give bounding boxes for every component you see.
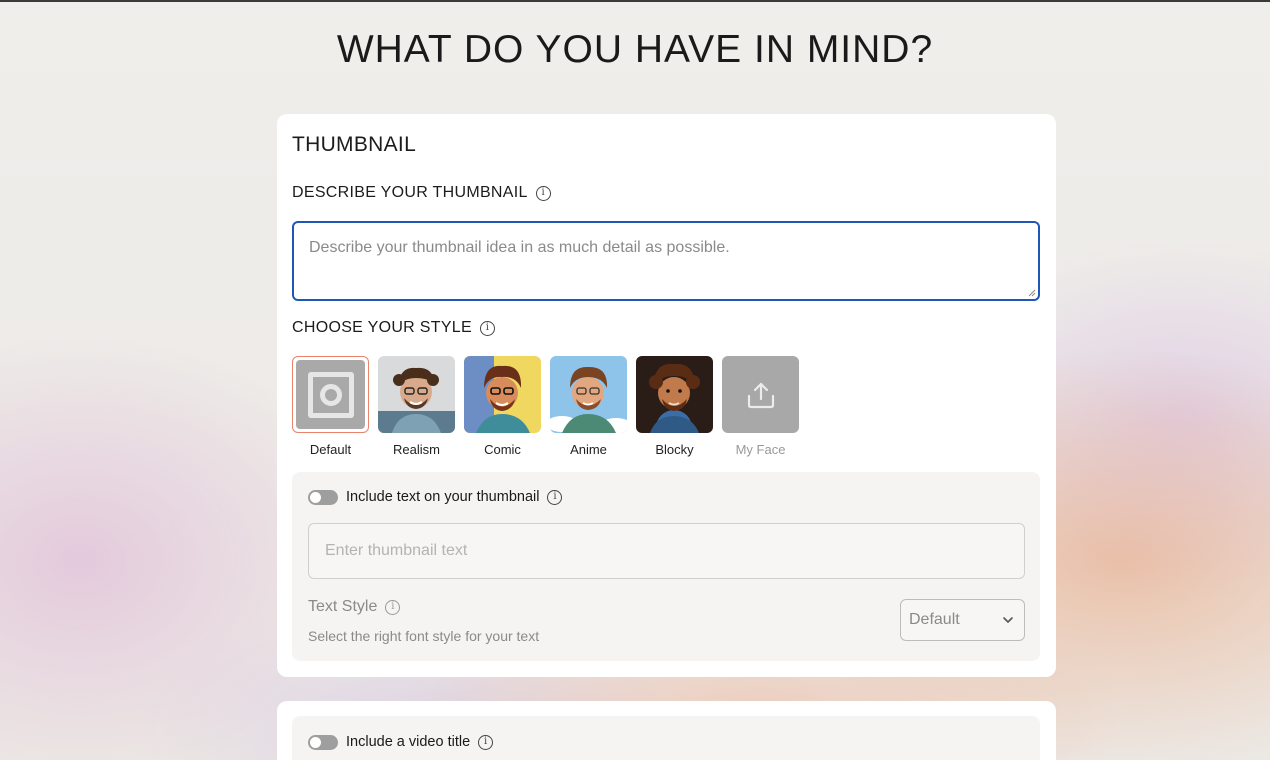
style-label-text: CHOOSE YOUR STYLE: [292, 319, 472, 336]
include-text-label: Include text on your thumbnail: [346, 489, 540, 505]
thumbnail-text-placeholder: Enter thumbnail text: [325, 542, 468, 559]
style-option-realism[interactable]: Realism: [378, 356, 455, 457]
info-icon[interactable]: i: [385, 599, 401, 615]
include-title-toggle[interactable]: [308, 734, 338, 750]
style-label-my-face: My Face: [735, 442, 786, 457]
style-option-my-face[interactable]: My Face: [722, 356, 799, 457]
describe-input[interactable]: [309, 239, 1023, 283]
realism-portrait-image: [378, 356, 455, 433]
top-border: [0, 0, 1270, 2]
style-thumb-realism[interactable]: [378, 356, 455, 433]
thumbnail-text-input[interactable]: Enter thumbnail text: [308, 523, 1025, 579]
style-label-anime: Anime: [570, 442, 607, 457]
include-title-label: Include a video title: [346, 734, 471, 750]
style-label-default: Default: [309, 442, 352, 457]
style-label-comic: Comic: [484, 442, 521, 457]
upload-icon: [747, 382, 774, 408]
style-thumb-anime[interactable]: [550, 356, 627, 433]
style-option-anime[interactable]: Anime: [550, 356, 627, 457]
text-style-label-text: Text Style: [308, 598, 378, 615]
info-icon[interactable]: i: [535, 185, 551, 201]
section-title: THUMBNAIL: [292, 133, 417, 156]
style-options: Default Realism Comic Anime Blocky My Fa…: [292, 356, 799, 457]
style-thumb-default[interactable]: [292, 356, 369, 433]
video-title-panel: Include a video title i: [292, 716, 1040, 760]
describe-label: DESCRIBE YOUR THUMBNAIL i: [292, 184, 551, 202]
describe-label-text: DESCRIBE YOUR THUMBNAIL: [292, 184, 528, 201]
text-style-selected-value: Default: [909, 611, 960, 628]
include-text-row: Include text on your thumbnail i: [308, 489, 563, 505]
text-style-label: Text Style i: [308, 598, 401, 616]
info-icon[interactable]: i: [478, 734, 494, 750]
style-option-default[interactable]: Default: [292, 356, 369, 457]
include-title-row: Include a video title i: [308, 734, 494, 750]
style-option-blocky[interactable]: Blocky: [636, 356, 713, 457]
text-style-select[interactable]: Default: [900, 599, 1025, 641]
text-options-panel: Include text on your thumbnail i Enter t…: [292, 472, 1040, 661]
style-label: CHOOSE YOUR STYLE i: [292, 319, 495, 337]
style-option-comic[interactable]: Comic: [464, 356, 541, 457]
default-style-icon: [307, 371, 354, 418]
info-icon[interactable]: i: [479, 320, 495, 336]
describe-input-box[interactable]: [292, 221, 1040, 301]
blocky-portrait-image: [636, 356, 713, 433]
style-thumb-my-face[interactable]: [722, 356, 799, 433]
style-thumb-blocky[interactable]: [636, 356, 713, 433]
text-style-description: Select the right font style for your tex…: [308, 628, 540, 644]
info-icon[interactable]: i: [547, 489, 563, 505]
include-text-toggle[interactable]: [308, 489, 338, 505]
comic-portrait-image: [464, 356, 541, 433]
resize-grip-icon[interactable]: [1028, 289, 1036, 297]
style-label-blocky: Blocky: [655, 442, 694, 457]
thumbnail-card: THUMBNAIL DESCRIBE YOUR THUMBNAIL i CHOO…: [277, 114, 1056, 677]
style-label-realism: Realism: [393, 442, 440, 457]
page-title: WHAT DO YOU HAVE IN MIND?: [336, 28, 934, 71]
chevron-down-icon: [1003, 617, 1013, 623]
style-thumb-comic[interactable]: [464, 356, 541, 433]
anime-portrait-image: [550, 356, 627, 433]
video-title-card: Include a video title i: [277, 701, 1056, 760]
